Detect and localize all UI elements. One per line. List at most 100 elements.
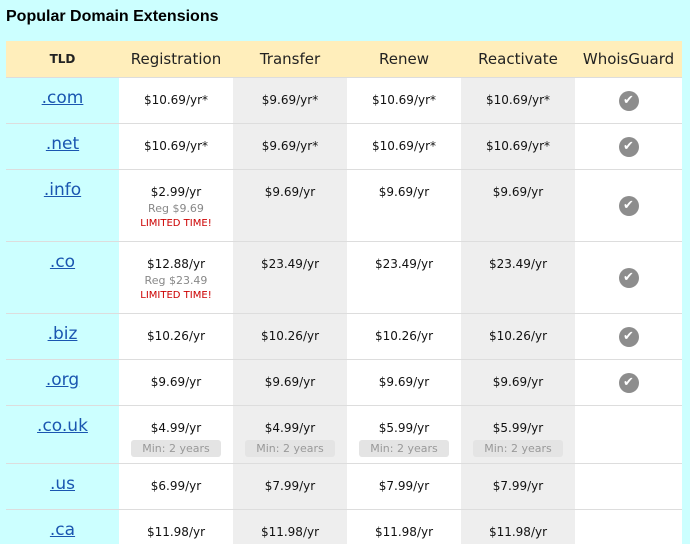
whoisguard-cell — [575, 405, 682, 464]
table-row: .info $2.99/yr Reg $9.69 LIMITED TIME! $9.69… — [6, 169, 682, 242]
tld-cell: .biz — [6, 313, 119, 360]
transfer-price: $9.69/yr* — [261, 93, 319, 107]
transfer-cell: $10.26/yr — [233, 313, 347, 360]
tld-link[interactable]: .co.uk — [37, 416, 88, 436]
reactivate-price: $5.99/yr — [492, 421, 544, 435]
reactivate-cell: $9.69/yr — [461, 169, 575, 242]
table-header-row: TLD Registration Transfer Renew Reactiva… — [6, 41, 682, 78]
min-term-badge: Min: 2 years — [245, 440, 335, 457]
tld-cell: .com — [6, 77, 119, 124]
reactivate-cell: $7.99/yr — [461, 463, 575, 510]
tld-link[interactable]: .com — [42, 88, 84, 108]
renew-cell: $9.69/yr — [347, 359, 461, 406]
header-renew: Renew — [347, 41, 461, 78]
tld-link[interactable]: .ca — [50, 520, 75, 540]
reactivate-cell: $10.69/yr* — [461, 123, 575, 170]
registration-price: $9.69/yr — [150, 375, 202, 389]
table-row: .com $10.69/yr* $9.69/yr* $10.69/yr* $10.69/… — [6, 77, 682, 124]
reactivate-price: $10.26/yr — [488, 329, 548, 343]
transfer-cell: $9.69/yr — [233, 169, 347, 242]
whoisguard-cell: ✔ — [575, 169, 682, 242]
reactivate-price: $9.69/yr — [492, 185, 544, 199]
reactivate-cell: $11.98/yr — [461, 509, 575, 544]
transfer-price: $7.99/yr — [264, 479, 316, 493]
table-row: .co $12.88/yr Reg $23.49 LIMITED TIME! $23.4… — [6, 241, 682, 314]
renew-price: $10.69/yr* — [371, 93, 437, 107]
check-circle-icon: ✔ — [618, 326, 639, 347]
reactivate-price: $10.69/yr* — [485, 93, 551, 107]
pricing-table: TLD Registration Transfer Renew Reactiva… — [6, 41, 682, 544]
tld-cell: .net — [6, 123, 119, 170]
tld-link[interactable]: .us — [50, 474, 75, 494]
registration-price: $4.99/yr — [150, 421, 202, 435]
registration-cell: $6.99/yr — [119, 463, 233, 510]
tld-link[interactable]: .biz — [48, 324, 78, 344]
renew-cell: $5.99/yr Min: 2 years — [347, 405, 461, 464]
registration-price: $12.88/yr — [146, 257, 206, 271]
reactivate-cell: $10.69/yr* — [461, 77, 575, 124]
renew-price: $9.69/yr — [378, 185, 430, 199]
reactivate-price: $11.98/yr — [488, 525, 548, 539]
page-title: Popular Domain Extensions — [6, 8, 219, 25]
tld-link[interactable]: .net — [46, 134, 79, 154]
renew-price: $11.98/yr — [374, 525, 434, 539]
registration-cell: $2.99/yr Reg $9.69 LIMITED TIME! — [119, 169, 233, 242]
registration-price: $10.69/yr* — [143, 139, 209, 153]
reactivate-price: $9.69/yr — [492, 375, 544, 389]
min-term-badge: Min: 2 years — [359, 440, 449, 457]
renew-price: $10.69/yr* — [371, 139, 437, 153]
regular-price: Reg $9.69 — [148, 202, 204, 215]
registration-price: $6.99/yr — [150, 479, 202, 493]
tld-cell: .ca — [6, 509, 119, 544]
registration-price: $10.26/yr — [146, 329, 206, 343]
table-row: .us $6.99/yr $7.99/yr $7.99/yr $7.99/yr — [6, 463, 682, 510]
tld-link[interactable]: .org — [46, 370, 79, 390]
transfer-cell: $9.69/yr — [233, 359, 347, 406]
tld-cell: .co — [6, 241, 119, 314]
transfer-cell: $7.99/yr — [233, 463, 347, 510]
tld-cell: .info — [6, 169, 119, 242]
transfer-cell: $9.69/yr* — [233, 123, 347, 170]
pricing-table-container: TLD Registration Transfer Renew Reactiva… — [6, 41, 682, 544]
tld-cell: .co.uk — [6, 405, 119, 464]
whoisguard-cell: ✔ — [575, 123, 682, 170]
transfer-price: $4.99/yr — [264, 421, 316, 435]
registration-price: $10.69/yr* — [143, 93, 209, 107]
table-row: .net $10.69/yr* $9.69/yr* $10.69/yr* $10.69/… — [6, 123, 682, 170]
min-term-badge: Min: 2 years — [131, 440, 221, 457]
transfer-price: $10.26/yr — [260, 329, 320, 343]
header-reactivate: Reactivate — [461, 41, 575, 78]
whoisguard-cell: ✔ — [575, 77, 682, 124]
registration-cell: $10.69/yr* — [119, 123, 233, 170]
table-row: .co.uk $4.99/yr Min: 2 years $4.99/yr Min: 2… — [6, 405, 682, 464]
tld-link[interactable]: .info — [44, 180, 81, 200]
transfer-price: $11.98/yr — [260, 525, 320, 539]
table-row: .ca $11.98/yr $11.98/yr $11.98/yr $11.98/yr — [6, 509, 682, 544]
reactivate-price: $23.49/yr — [488, 257, 548, 271]
tld-link[interactable]: .co — [50, 252, 75, 272]
whoisguard-cell — [575, 509, 682, 544]
table-row: .biz $10.26/yr $10.26/yr $10.26/yr $10.26/yr… — [6, 313, 682, 360]
renew-price: $5.99/yr — [378, 421, 430, 435]
tld-cell: .org — [6, 359, 119, 406]
tld-cell: .us — [6, 463, 119, 510]
header-whoisguard: WhoisGuard — [575, 41, 682, 78]
reactivate-cell: $23.49/yr — [461, 241, 575, 314]
transfer-price: $9.69/yr — [264, 185, 316, 199]
registration-cell: $11.98/yr — [119, 509, 233, 544]
registration-cell: $4.99/yr Min: 2 years — [119, 405, 233, 464]
whoisguard-cell: ✔ — [575, 241, 682, 314]
registration-cell: $12.88/yr Reg $23.49 LIMITED TIME! — [119, 241, 233, 314]
regular-price: Reg $23.49 — [144, 274, 208, 287]
transfer-cell: $23.49/yr — [233, 241, 347, 314]
reactivate-cell: $9.69/yr — [461, 359, 575, 406]
renew-cell: $9.69/yr — [347, 169, 461, 242]
check-circle-icon: ✔ — [618, 267, 639, 288]
reactivate-cell: $10.26/yr — [461, 313, 575, 360]
renew-price: $9.69/yr — [378, 375, 430, 389]
reactivate-price: $10.69/yr* — [485, 139, 551, 153]
reactivate-price: $7.99/yr — [492, 479, 544, 493]
renew-cell: $10.26/yr — [347, 313, 461, 360]
renew-price: $23.49/yr — [374, 257, 434, 271]
transfer-cell: $4.99/yr Min: 2 years — [233, 405, 347, 464]
